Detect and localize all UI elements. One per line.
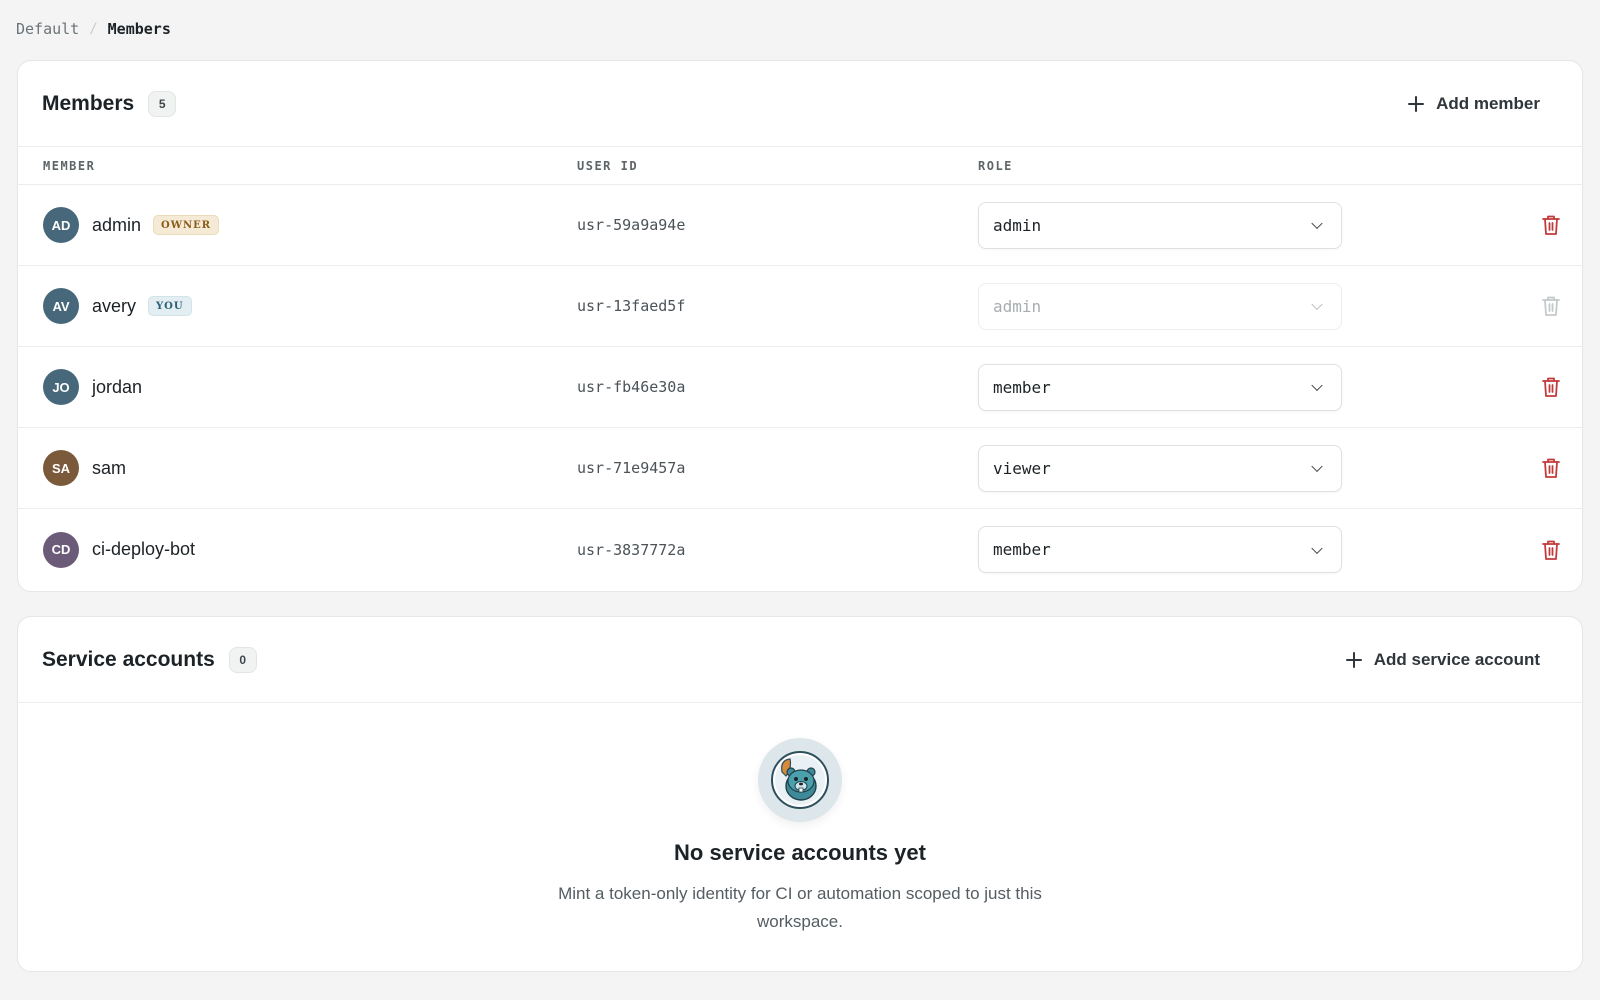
add-member-button[interactable]: Add member (1408, 94, 1540, 114)
column-header-role: ROLE (978, 158, 1013, 173)
role-select[interactable]: admin (978, 201, 1342, 249)
user-id: usr-3837772a (577, 540, 686, 559)
role-select[interactable]: member (978, 526, 1342, 573)
you-badge: YOU (148, 296, 192, 316)
add-service-account-label: Add service account (1373, 649, 1540, 669)
table-row: AV avery YOU usr-13faed5f admin (18, 266, 1582, 347)
table-row: CD ci-deploy-bot usr-3837772a member (18, 509, 1582, 590)
member-cell: JO jordan (43, 369, 142, 405)
member-cell: SA sam (43, 450, 126, 486)
avatar: JO (43, 369, 79, 405)
breadcrumb-parent[interactable]: Default (16, 20, 79, 38)
members-table-header: MEMBER USER ID ROLE (18, 147, 1582, 185)
beaver-mascot-icon (758, 738, 842, 822)
user-id: usr-59a9a94e (577, 216, 686, 234)
user-id: usr-71e9457a (577, 459, 686, 477)
column-header-user-id: USER ID (577, 158, 639, 173)
breadcrumb: Default / Members (16, 18, 171, 40)
member-name: sam (92, 457, 127, 478)
trash-icon (1542, 296, 1560, 316)
role-select[interactable]: member (978, 363, 1342, 411)
service-accounts-empty-state: No service accounts yet Mint a token-onl… (18, 704, 1582, 971)
avatar: AD (43, 207, 79, 243)
trash-icon (1542, 540, 1560, 560)
delete-member-button[interactable] (1538, 374, 1564, 400)
delete-member-button[interactable] (1538, 537, 1564, 563)
members-count-badge: 5 (148, 90, 177, 117)
member-name: avery (92, 295, 137, 316)
members-title: Members (42, 91, 135, 115)
empty-state-title: No service accounts yet (674, 840, 926, 865)
member-name: jordan (92, 376, 143, 397)
chevron-down-icon (1311, 460, 1323, 473)
members-header: Members 5 Add member (18, 61, 1582, 147)
breadcrumb-current: Members (107, 20, 171, 38)
member-cell: AV avery YOU (43, 288, 192, 324)
service-accounts-title: Service accounts (42, 647, 215, 671)
role-select[interactable]: viewer (978, 444, 1342, 492)
trash-icon (1542, 215, 1560, 235)
role-select-value: viewer (993, 458, 1051, 478)
table-row: SA sam usr-71e9457a viewer (18, 428, 1582, 509)
add-service-account-button[interactable]: Add service account (1345, 649, 1540, 670)
breadcrumb-separator: / (89, 21, 98, 37)
delete-member-button[interactable] (1538, 455, 1564, 481)
delete-member-button (1538, 293, 1564, 319)
role-select-value: admin (993, 296, 1042, 316)
avatar: CD (43, 531, 79, 568)
table-row: JO jordan usr-fb46e30a member (18, 347, 1582, 428)
trash-icon (1542, 377, 1560, 397)
table-row: AD admin OWNER usr-59a9a94e admin (18, 185, 1582, 266)
user-id: usr-fb46e30a (577, 378, 686, 396)
trash-icon (1542, 458, 1560, 478)
add-member-label: Add member (1436, 93, 1540, 113)
members-card: Members 5 Add member MEMBER USER ID ROLE… (17, 60, 1583, 592)
member-name: admin (92, 214, 142, 235)
service-accounts-header: Service accounts 0 Add service account (18, 617, 1582, 703)
chevron-down-icon (1311, 217, 1323, 230)
delete-member-button[interactable] (1538, 212, 1564, 238)
owner-badge: OWNER (153, 215, 220, 235)
empty-state-description: Mint a token-only identity for CI or aut… (558, 884, 1042, 931)
plus-icon (1345, 651, 1362, 668)
role-select: admin (978, 282, 1342, 330)
member-name: ci-deploy-bot (92, 539, 196, 559)
plus-icon (1408, 95, 1425, 112)
service-accounts-card: Service accounts 0 Add service account N… (17, 616, 1583, 972)
avatar: AV (43, 288, 79, 324)
chevron-down-icon (1311, 379, 1323, 392)
avatar: SA (43, 450, 79, 486)
member-cell: AD admin OWNER (43, 207, 220, 243)
column-header-member: MEMBER (43, 158, 96, 173)
member-cell: CD ci-deploy-bot (43, 531, 196, 568)
service-accounts-count-badge: 0 (228, 646, 257, 673)
role-select-value: admin (993, 215, 1042, 235)
members-table-body: AD admin OWNER usr-59a9a94e admin AV ave… (18, 185, 1582, 590)
chevron-down-icon (1311, 298, 1323, 311)
role-select-value: member (993, 377, 1051, 397)
role-select-value: member (993, 540, 1051, 559)
user-id: usr-13faed5f (577, 297, 686, 315)
chevron-down-icon (1311, 542, 1323, 554)
